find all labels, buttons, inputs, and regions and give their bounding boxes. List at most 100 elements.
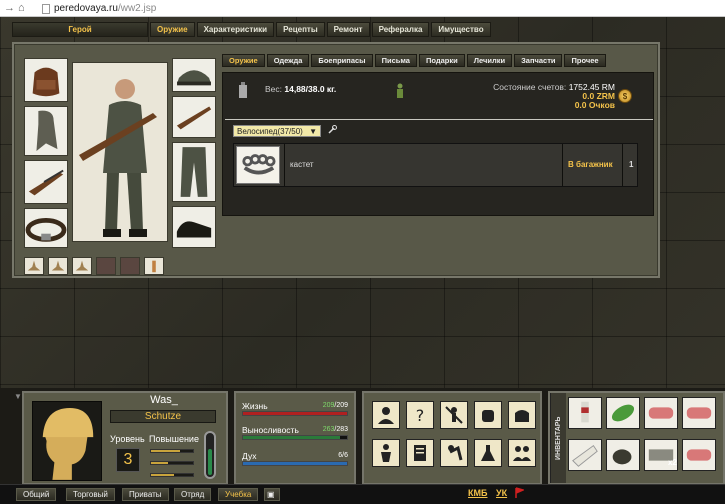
small-slot-6[interactable] bbox=[144, 257, 164, 275]
small-slot-3[interactable] bbox=[72, 257, 92, 275]
action-question-button[interactable]: ? bbox=[406, 401, 434, 429]
chat-bar: Общий Торговый Приваты Отряд Учебка ▣ bbox=[0, 484, 725, 504]
fist-icon bbox=[482, 410, 494, 422]
address-bar[interactable]: peredovaya.ru/ww2.jsp bbox=[42, 2, 156, 15]
small-slot-4[interactable] bbox=[96, 257, 116, 275]
rifle-slot[interactable] bbox=[24, 160, 68, 204]
home-icon[interactable]: ⌂ bbox=[18, 2, 25, 14]
level-label: Уровень bbox=[110, 434, 145, 444]
group-icon bbox=[513, 446, 531, 461]
life-label: Жизнь bbox=[242, 401, 268, 411]
action-bag-button[interactable] bbox=[508, 401, 536, 429]
chat-tab-squad[interactable]: Отряд bbox=[174, 488, 212, 501]
chat-tab-trade[interactable]: Торговый bbox=[66, 488, 115, 501]
to-trunk-link[interactable]: В багажник bbox=[568, 160, 613, 169]
account-label: Состояние счетов: bbox=[493, 82, 567, 92]
action-buttons: ? bbox=[362, 391, 542, 485]
life-bar bbox=[242, 411, 348, 416]
quick-slot-8[interactable] bbox=[682, 439, 716, 471]
quick-slot-6[interactable] bbox=[606, 439, 640, 471]
action-climb-button[interactable] bbox=[440, 439, 468, 467]
crossed-man-icon bbox=[445, 406, 463, 424]
collapse-icon[interactable]: ▼ bbox=[14, 392, 22, 401]
belt-icon bbox=[25, 218, 67, 242]
weapon-slot[interactable] bbox=[172, 96, 216, 138]
forward-icon[interactable]: → bbox=[4, 2, 15, 14]
vodka-icon bbox=[581, 401, 589, 423]
inv-tab-ammo[interactable]: Боеприпасы bbox=[311, 54, 373, 67]
small-slot-5[interactable] bbox=[120, 257, 140, 275]
quick-slot-3[interactable] bbox=[644, 397, 678, 429]
belt-slot[interactable] bbox=[24, 208, 68, 248]
sausage-icon bbox=[686, 407, 712, 419]
rifle-icon bbox=[176, 106, 212, 130]
inv-tab-parts[interactable]: Запчасти bbox=[514, 54, 563, 67]
kmb-link[interactable]: КМБ bbox=[468, 488, 487, 498]
quick-slot-5[interactable] bbox=[568, 439, 602, 471]
small-slot-1[interactable] bbox=[24, 257, 44, 275]
chat-settings-icon[interactable]: ▣ bbox=[264, 488, 280, 501]
backpack-slot[interactable] bbox=[24, 58, 68, 102]
character-rank: Schutze bbox=[110, 410, 216, 423]
quick-slot-1[interactable] bbox=[568, 397, 602, 429]
action-crossed-button[interactable] bbox=[440, 401, 468, 429]
tab-characteristics[interactable]: Характеристики bbox=[196, 22, 275, 37]
inventory-panel: Оружие Одежда Боеприпасы Письма Подарки … bbox=[222, 54, 654, 226]
inventory-label[interactable]: ИНВЕНТАРЬ bbox=[550, 393, 566, 483]
action-lab-button[interactable] bbox=[474, 439, 502, 467]
cap-slot[interactable] bbox=[172, 58, 216, 92]
vehicle-select[interactable]: Велосипед(37/50) ▼ bbox=[233, 125, 321, 137]
promotion-bar bbox=[150, 473, 194, 477]
tab-repair[interactable]: Ремонт bbox=[326, 22, 370, 37]
inventory-body: Вес: 14,88/38.0 кг. Состояние счетов: 17… bbox=[222, 72, 654, 216]
chat-tab-private[interactable]: Приваты bbox=[122, 488, 169, 501]
coin-icon[interactable]: $ bbox=[618, 89, 632, 103]
action-worker-button[interactable] bbox=[372, 439, 400, 467]
character-nickname[interactable]: Was_ bbox=[104, 394, 224, 406]
tab-referral[interactable]: Рефералка bbox=[371, 22, 430, 37]
quick-inventory: ИНВЕНТАРЬ bbox=[548, 391, 725, 485]
top-nav: Герой Оружие Характеристики Рецепты Ремо… bbox=[12, 22, 660, 37]
spirit-bar bbox=[242, 461, 348, 466]
hero-tab[interactable]: Герой bbox=[12, 22, 148, 37]
weight-value: 14,88/38.0 кг. bbox=[284, 84, 337, 94]
chat-tab-general[interactable]: Общий bbox=[16, 488, 57, 501]
pants-slot[interactable] bbox=[172, 142, 216, 202]
inv-tab-medkits[interactable]: Лечилки bbox=[466, 54, 513, 67]
inv-tab-gifts[interactable]: Подарки bbox=[418, 54, 465, 67]
chevron-down-icon: ▼ bbox=[309, 126, 317, 136]
inv-tab-other[interactable]: Прочее bbox=[564, 54, 606, 67]
small-slot-2[interactable] bbox=[48, 257, 68, 275]
scarf-icon bbox=[36, 110, 58, 152]
quick-slot-4[interactable] bbox=[682, 397, 716, 429]
wrench-icon[interactable] bbox=[327, 125, 337, 135]
experience-tube bbox=[204, 431, 216, 479]
character-portrait bbox=[32, 401, 102, 481]
separator bbox=[562, 144, 563, 186]
action-hero-button[interactable] bbox=[372, 401, 400, 429]
chat-tab-training[interactable]: Учебка bbox=[218, 488, 259, 501]
inv-tab-weapon[interactable]: Оружие bbox=[222, 54, 265, 67]
action-fist-button[interactable] bbox=[474, 401, 502, 429]
weight-display: Вес: 14,88/38.0 кг. bbox=[265, 84, 336, 94]
quick-slot-2[interactable] bbox=[606, 397, 640, 429]
quick-slot-count: x2 bbox=[668, 458, 677, 467]
boots-slot[interactable] bbox=[172, 206, 216, 248]
flag-icon[interactable] bbox=[514, 487, 524, 499]
inventory-item-row[interactable]: кастет В багажник 1 bbox=[233, 143, 638, 187]
inv-tab-letters[interactable]: Письма bbox=[374, 54, 417, 67]
uk-link[interactable]: УК bbox=[496, 488, 507, 498]
cap-icon bbox=[177, 70, 211, 86]
tab-recipes[interactable]: Рецепты bbox=[276, 22, 325, 37]
sausage-icon bbox=[648, 407, 674, 419]
inv-tab-clothes[interactable]: Одежда bbox=[266, 54, 310, 67]
scarf-slot[interactable] bbox=[24, 106, 68, 156]
url-domain: peredovaya.ru bbox=[54, 3, 118, 14]
tab-property[interactable]: Имущество bbox=[431, 22, 491, 37]
stamina-value: 263/283 bbox=[322, 426, 348, 433]
action-document-button[interactable] bbox=[406, 439, 434, 467]
action-group-button[interactable] bbox=[508, 439, 536, 467]
points-balance: 0.0 Очков bbox=[574, 100, 615, 110]
soldier-bust-icon bbox=[378, 407, 394, 424]
tab-weapon[interactable]: Оружие bbox=[150, 22, 195, 37]
